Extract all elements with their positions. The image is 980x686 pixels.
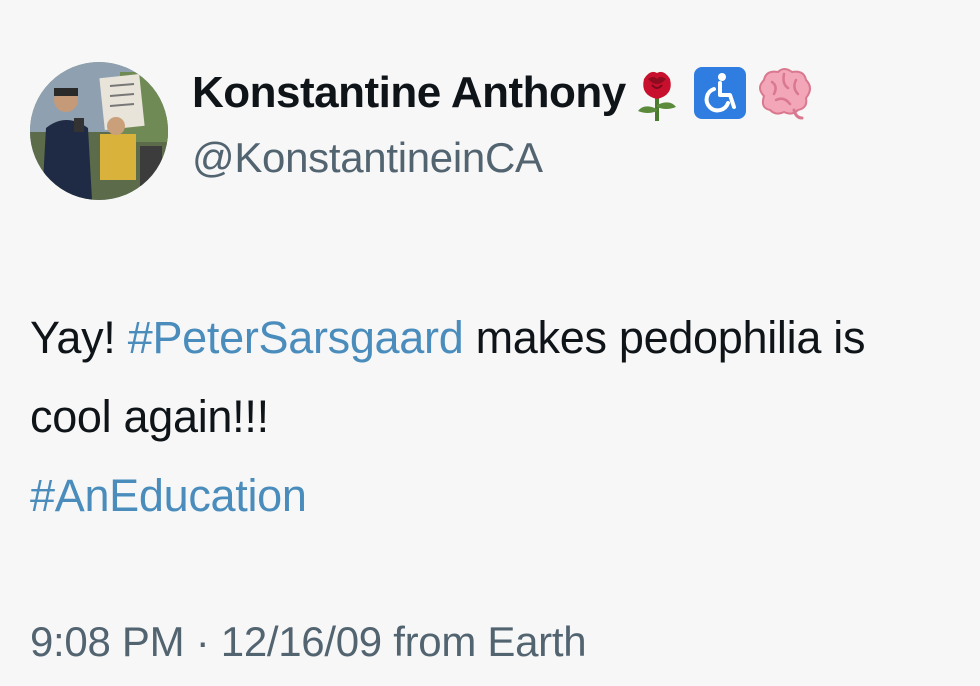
tweet-text-part: Yay! [30,312,128,363]
wheelchair-icon [692,65,748,121]
tweet-card: Konstantine Anthony @KonstantineinCA Yay… [0,0,980,686]
tweet-meta: 9:08 PM · 12/16/09 from Earth [30,618,587,666]
meta-separator: · [184,618,221,665]
user-handle[interactable]: @KonstantineinCA [192,134,543,182]
name-row: Konstantine Anthony [192,62,814,124]
hashtag-link[interactable]: #PeterSarsgaard [128,312,464,363]
tweet-time[interactable]: 9:08 PM [30,618,185,665]
tweet-source: from Earth [381,618,587,665]
tweet-date[interactable]: 12/16/09 [221,618,382,665]
display-name[interactable]: Konstantine Anthony [192,68,626,118]
avatar[interactable] [30,62,168,200]
hashtag-link[interactable]: #AnEducation [30,470,307,521]
tweet-text: Yay! #PeterSarsgaard makes pedophilia is… [30,298,950,535]
avatar-photo [30,62,168,200]
brain-icon [754,66,814,120]
rose-icon [630,65,684,121]
